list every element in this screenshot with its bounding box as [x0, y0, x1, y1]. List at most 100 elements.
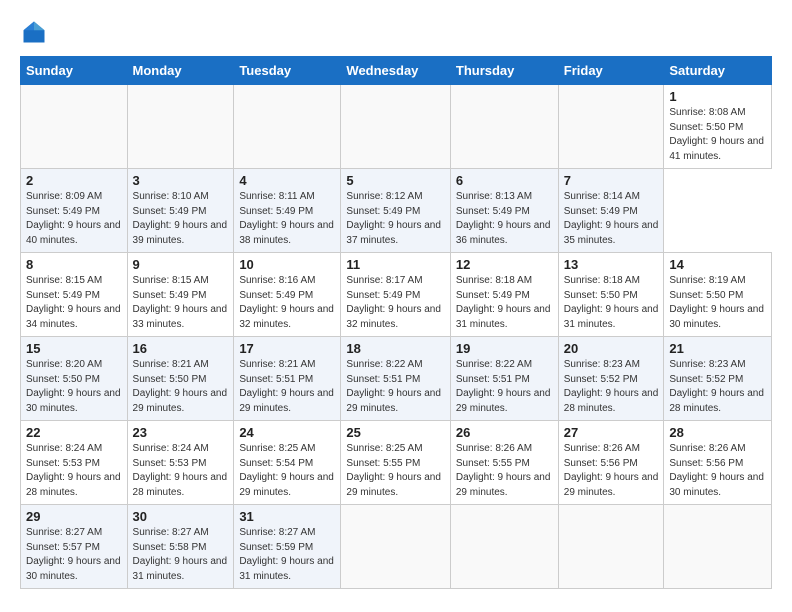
day-number: 12: [456, 257, 553, 272]
day-cell: 25Sunrise: 8:25 AMSunset: 5:55 PMDayligh…: [341, 421, 450, 505]
day-cell: [21, 85, 128, 169]
day-cell: 7 Sunrise: 8:14 AMSunset: 5:49 PMDaylight…: [558, 169, 664, 253]
day-cell: 17 Sunrise: 8:21 AMSunset: 5:51 PMDayligh…: [234, 337, 341, 421]
week-row-1: 1 Sunrise: 8:08 AMSunset: 5:50 PMDaylight…: [21, 85, 772, 169]
header: [20, 18, 772, 46]
logo-icon: [20, 18, 48, 46]
day-info: Sunrise: 8:22 AMSunset: 5:51 PMDaylight:…: [456, 358, 553, 416]
day-cell: 13 Sunrise: 8:18 AMSunset: 5:50 PMDayligh…: [558, 253, 664, 337]
page: SundayMondayTuesdayWednesdayThursdayFrid…: [0, 0, 792, 601]
day-number: 19: [456, 341, 553, 356]
day-header-monday: Monday: [127, 57, 234, 85]
day-cell: 4 Sunrise: 8:11 AMSunset: 5:49 PMDaylight…: [234, 169, 341, 253]
day-number: 18: [346, 341, 444, 356]
day-cell: 22 Sunrise: 8:24 AMSunset: 5:53 PMDayligh…: [21, 421, 128, 505]
day-number: 3: [133, 173, 229, 188]
day-number: 15: [26, 341, 122, 356]
day-info: Sunrise: 8:26 AMSunset: 5:56 PMDaylight:…: [669, 442, 766, 500]
day-cell: 24 Sunrise: 8:25 AMSunset: 5:54 PMDayligh…: [234, 421, 341, 505]
day-number: 30: [133, 509, 229, 524]
day-info: Sunrise: 8:25 AMSunset: 5:54 PMDaylight:…: [239, 442, 335, 500]
day-number: 17: [239, 341, 335, 356]
day-cell: 18 Sunrise: 8:22 AMSunset: 5:51 PMDayligh…: [341, 337, 450, 421]
day-info: Sunrise: 8:18 AMSunset: 5:50 PMDaylight:…: [564, 274, 659, 332]
day-cell: 3 Sunrise: 8:10 AMSunset: 5:49 PMDaylight…: [127, 169, 234, 253]
day-info: Sunrise: 8:12 AMSunset: 5:49 PMDaylight:…: [346, 190, 444, 248]
day-number: 21: [669, 341, 766, 356]
day-number: 31: [239, 509, 335, 524]
day-cell: 16Sunrise: 8:21 AMSunset: 5:50 PMDayligh…: [127, 337, 234, 421]
day-cell: 29Sunrise: 8:27 AMSunset: 5:57 PMDayligh…: [21, 505, 128, 589]
day-number: 6: [456, 173, 553, 188]
day-number: 28: [669, 425, 766, 440]
week-row-2: 2Sunrise: 8:09 AMSunset: 5:49 PMDaylight…: [21, 169, 772, 253]
day-cell: 21 Sunrise: 8:23 AMSunset: 5:52 PMDayligh…: [664, 337, 772, 421]
logo: [20, 18, 52, 46]
day-cell: 31 Sunrise: 8:27 AMSunset: 5:59 PMDayligh…: [234, 505, 341, 589]
day-info: Sunrise: 8:11 AMSunset: 5:49 PMDaylight:…: [239, 190, 335, 248]
day-cell: 20Sunrise: 8:23 AMSunset: 5:52 PMDayligh…: [558, 337, 664, 421]
day-cell: 8Sunrise: 8:15 AMSunset: 5:49 PMDaylight…: [21, 253, 128, 337]
day-number: 1: [669, 89, 766, 104]
day-info: Sunrise: 8:26 AMSunset: 5:56 PMDaylight:…: [564, 442, 659, 500]
day-header-tuesday: Tuesday: [234, 57, 341, 85]
day-number: 8: [26, 257, 122, 272]
day-info: Sunrise: 8:08 AMSunset: 5:50 PMDaylight:…: [669, 106, 766, 164]
day-number: 13: [564, 257, 659, 272]
day-number: 14: [669, 257, 766, 272]
header-row: SundayMondayTuesdayWednesdayThursdayFrid…: [21, 57, 772, 85]
day-number: 20: [564, 341, 659, 356]
calendar: SundayMondayTuesdayWednesdayThursdayFrid…: [20, 56, 772, 589]
day-header-saturday: Saturday: [664, 57, 772, 85]
day-number: 11: [346, 257, 444, 272]
day-number: 9: [133, 257, 229, 272]
day-number: 27: [564, 425, 659, 440]
week-row-3: 8Sunrise: 8:15 AMSunset: 5:49 PMDaylight…: [21, 253, 772, 337]
day-cell: [558, 85, 664, 169]
day-cell: 28 Sunrise: 8:26 AMSunset: 5:56 PMDayligh…: [664, 421, 772, 505]
day-info: Sunrise: 8:27 AMSunset: 5:59 PMDaylight:…: [239, 526, 335, 584]
day-header-thursday: Thursday: [450, 57, 558, 85]
day-cell: [450, 85, 558, 169]
day-info: Sunrise: 8:27 AMSunset: 5:58 PMDaylight:…: [133, 526, 229, 584]
day-info: Sunrise: 8:14 AMSunset: 5:49 PMDaylight:…: [564, 190, 659, 248]
day-info: Sunrise: 8:24 AMSunset: 5:53 PMDaylight:…: [26, 442, 122, 500]
day-number: 7: [564, 173, 659, 188]
day-cell: 30 Sunrise: 8:27 AMSunset: 5:58 PMDayligh…: [127, 505, 234, 589]
day-info: Sunrise: 8:10 AMSunset: 5:49 PMDaylight:…: [133, 190, 229, 248]
day-cell: 19 Sunrise: 8:22 AMSunset: 5:51 PMDayligh…: [450, 337, 558, 421]
day-cell: 2Sunrise: 8:09 AMSunset: 5:49 PMDaylight…: [21, 169, 128, 253]
week-row-6: 29Sunrise: 8:27 AMSunset: 5:57 PMDayligh…: [21, 505, 772, 589]
day-cell: 15 Sunrise: 8:20 AMSunset: 5:50 PMDayligh…: [21, 337, 128, 421]
day-info: Sunrise: 8:23 AMSunset: 5:52 PMDaylight:…: [669, 358, 766, 416]
day-number: 4: [239, 173, 335, 188]
day-info: Sunrise: 8:20 AMSunset: 5:50 PMDaylight:…: [26, 358, 122, 416]
day-info: Sunrise: 8:22 AMSunset: 5:51 PMDaylight:…: [346, 358, 444, 416]
day-number: 26: [456, 425, 553, 440]
day-cell: 9Sunrise: 8:15 AMSunset: 5:49 PMDaylight…: [127, 253, 234, 337]
day-number: 29: [26, 509, 122, 524]
day-number: 10: [239, 257, 335, 272]
day-info: Sunrise: 8:16 AMSunset: 5:49 PMDaylight:…: [239, 274, 335, 332]
day-cell: [664, 505, 772, 589]
day-info: Sunrise: 8:13 AMSunset: 5:49 PMDaylight:…: [456, 190, 553, 248]
day-cell: 1 Sunrise: 8:08 AMSunset: 5:50 PMDaylight…: [664, 85, 772, 169]
day-cell: 27 Sunrise: 8:26 AMSunset: 5:56 PMDayligh…: [558, 421, 664, 505]
day-number: 5: [346, 173, 444, 188]
day-cell: [558, 505, 664, 589]
day-cell: [450, 505, 558, 589]
day-cell: 6 Sunrise: 8:13 AMSunset: 5:49 PMDaylight…: [450, 169, 558, 253]
day-header-wednesday: Wednesday: [341, 57, 450, 85]
day-number: 23: [133, 425, 229, 440]
day-info: Sunrise: 8:21 AMSunset: 5:51 PMDaylight:…: [239, 358, 335, 416]
day-number: 2: [26, 173, 122, 188]
day-cell: [341, 505, 450, 589]
day-cell: 14Sunrise: 8:19 AMSunset: 5:50 PMDayligh…: [664, 253, 772, 337]
day-header-sunday: Sunday: [21, 57, 128, 85]
day-info: Sunrise: 8:26 AMSunset: 5:55 PMDaylight:…: [456, 442, 553, 500]
day-number: 24: [239, 425, 335, 440]
day-number: 22: [26, 425, 122, 440]
day-header-friday: Friday: [558, 57, 664, 85]
day-cell: 26 Sunrise: 8:26 AMSunset: 5:55 PMDayligh…: [450, 421, 558, 505]
day-info: Sunrise: 8:21 AMSunset: 5:50 PMDaylight:…: [133, 358, 229, 416]
